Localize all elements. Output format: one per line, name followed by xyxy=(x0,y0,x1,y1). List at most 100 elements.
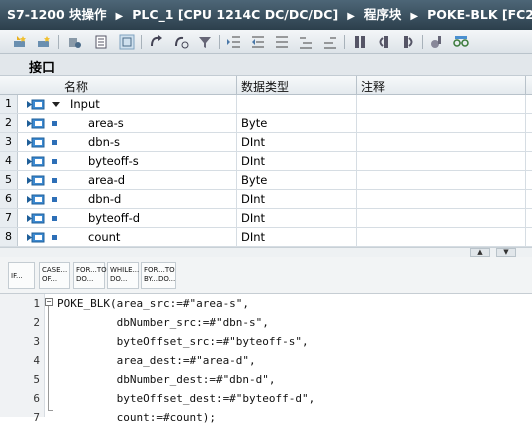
parameter-bullet-icon xyxy=(52,216,57,221)
breadcrumb-plc[interactable]: PLC_1 [CPU 1214C DC/DC/DC] xyxy=(132,7,338,22)
case-instruction-button[interactable]: CASE... OF... xyxy=(39,262,70,289)
datatype-cell[interactable]: DInt xyxy=(241,133,265,151)
while-instruction-button[interactable]: WHILE... DO... xyxy=(107,262,139,289)
instruction-label: DO... xyxy=(110,275,128,283)
parameter-name[interactable]: count xyxy=(88,228,120,246)
monitoring-icon[interactable] xyxy=(429,34,445,50)
parameter-bullet-icon xyxy=(52,140,57,145)
code-line[interactable]: area_dest:=#"area-d", xyxy=(57,351,256,370)
interface-row[interactable]: 3 dbn-s DInt xyxy=(0,133,532,152)
datatype-cell[interactable]: DInt xyxy=(241,209,265,227)
interface-row[interactable]: 7 byteoff-d DInt xyxy=(0,209,532,228)
breadcrumb: S7-1200 块操作 ▶ PLC_1 [CPU 1214C DC/DC/DC] ▶ 程… xyxy=(0,0,532,30)
line-number: 7 xyxy=(33,411,40,424)
line-number: 6 xyxy=(33,392,40,405)
row-number: 4 xyxy=(0,152,18,170)
interface-row[interactable]: 8 count DInt xyxy=(0,228,532,247)
parameter-name[interactable]: area-d xyxy=(88,171,125,189)
breadcrumb-program-blocks[interactable]: 程序块 xyxy=(364,7,402,22)
interface-row[interactable]: 5 area-d Byte xyxy=(0,171,532,190)
parameter-bullet-icon xyxy=(52,197,57,202)
expand-collapse-icon[interactable] xyxy=(52,102,60,107)
column-name-header[interactable]: 名称 xyxy=(64,78,88,95)
breadcrumb-separator-icon: ▶ xyxy=(115,11,124,22)
code-line[interactable]: count:=#count); xyxy=(57,408,216,427)
input-pin-icon xyxy=(27,232,45,243)
indent-icon[interactable] xyxy=(226,34,242,50)
if-instruction-button[interactable]: IF... xyxy=(8,262,35,289)
call-icon[interactable] xyxy=(173,34,189,50)
row-number: 3 xyxy=(0,133,18,151)
code-line[interactable]: dbNumber_dest:=#"dbn-d", xyxy=(57,370,276,389)
instruction-label: FOR...TO xyxy=(76,266,107,274)
align-icon[interactable] xyxy=(274,34,290,50)
datatype-cell[interactable]: DInt xyxy=(241,190,265,208)
comment-lines-icon[interactable] xyxy=(298,34,314,50)
code-line[interactable]: byteOffset_dest:=#"byteoff-d", xyxy=(57,389,316,408)
line-number: 2 xyxy=(33,316,40,329)
datatype-cell[interactable]: DInt xyxy=(241,228,265,246)
datatype-cell[interactable]: Byte xyxy=(241,171,267,189)
interface-row[interactable]: 4 byteoff-s DInt xyxy=(0,152,532,171)
glasses-icon[interactable] xyxy=(453,34,469,50)
parameter-bullet-icon xyxy=(52,121,57,126)
interface-row[interactable]: 2 area-s Byte xyxy=(0,114,532,133)
parameter-name[interactable]: dbn-d xyxy=(88,190,121,208)
splitter-bar[interactable]: ▲ ▼ xyxy=(0,247,532,257)
row-number: 6 xyxy=(0,190,18,208)
interface-header[interactable]: 接口 xyxy=(0,54,532,76)
add-row-icon[interactable] xyxy=(36,34,52,50)
line-number: 4 xyxy=(33,354,40,367)
line-number: 1 xyxy=(33,297,40,310)
instruction-label: DO... xyxy=(76,275,94,283)
instruction-label: WHILE... xyxy=(110,266,140,274)
previous-bookmark-icon[interactable] xyxy=(376,34,392,50)
compile-icon[interactable] xyxy=(66,34,82,50)
code-line[interactable]: POKE_BLK(area_src:=#"area-s", xyxy=(57,294,249,313)
instruction-label: FOR...TO xyxy=(144,266,175,274)
absolute-operands-icon[interactable] xyxy=(119,34,135,50)
parameter-name[interactable]: byteoff-d xyxy=(88,209,140,227)
instruction-label: CASE... xyxy=(42,266,68,274)
datatype-cell[interactable]: DInt xyxy=(241,152,265,170)
block-properties-icon[interactable] xyxy=(93,34,109,50)
breadcrumb-project[interactable]: S7-1200 块操作 xyxy=(7,7,107,22)
fold-toggle-icon[interactable]: − xyxy=(45,298,53,306)
scroll-down-icon[interactable]: ▼ xyxy=(496,248,516,257)
input-pin-icon xyxy=(27,194,45,205)
datatype-cell[interactable]: Byte xyxy=(241,114,267,132)
instruction-label: IF... xyxy=(11,272,23,280)
parameter-name[interactable]: area-s xyxy=(88,114,124,132)
code-line[interactable]: byteOffset_src:=#"byteoff-s", xyxy=(57,332,309,351)
parameter-name[interactable]: dbn-s xyxy=(88,133,120,151)
input-pin-icon xyxy=(27,156,45,167)
outdent-icon[interactable] xyxy=(250,34,266,50)
uncomment-lines-icon[interactable] xyxy=(322,34,338,50)
input-pin-icon xyxy=(27,175,45,186)
interface-row[interactable]: 1 Input xyxy=(0,95,532,114)
bookmark-icon[interactable] xyxy=(352,34,368,50)
parameter-bullet-icon xyxy=(52,235,57,240)
input-pin-icon xyxy=(27,137,45,148)
scroll-up-icon[interactable]: ▲ xyxy=(470,248,490,257)
row-number: 5 xyxy=(0,171,18,189)
insert-row-icon[interactable] xyxy=(12,34,28,50)
breadcrumb-separator-icon: ▶ xyxy=(347,11,355,22)
row-number: 7 xyxy=(0,209,18,227)
line-number: 3 xyxy=(33,335,40,348)
column-datatype-header[interactable]: 数据类型 xyxy=(241,78,289,95)
row-number: 1 xyxy=(0,95,18,113)
code-line[interactable]: dbNumber_src:=#"dbn-s", xyxy=(57,313,269,332)
for-instruction-button[interactable]: FOR...TO DO... xyxy=(73,262,107,289)
scl-code-editor[interactable]: − 1 POKE_BLK(area_src:=#"area-s", 2 dbNu… xyxy=(0,294,532,424)
input-pin-icon xyxy=(27,99,45,110)
filter-icon[interactable] xyxy=(197,34,213,50)
interface-row[interactable]: 6 dbn-d DInt xyxy=(0,190,532,209)
next-bookmark-icon[interactable] xyxy=(400,34,416,50)
column-comment-header[interactable]: 注释 xyxy=(361,78,385,95)
jump-icon[interactable] xyxy=(149,34,165,50)
parameter-name[interactable]: byteoff-s xyxy=(88,152,139,170)
breadcrumb-block[interactable]: POKE-BLK [FC2] xyxy=(427,7,532,22)
parameter-bullet-icon xyxy=(52,159,57,164)
for-by-instruction-button[interactable]: FOR...TO BY...DO... xyxy=(141,262,176,289)
